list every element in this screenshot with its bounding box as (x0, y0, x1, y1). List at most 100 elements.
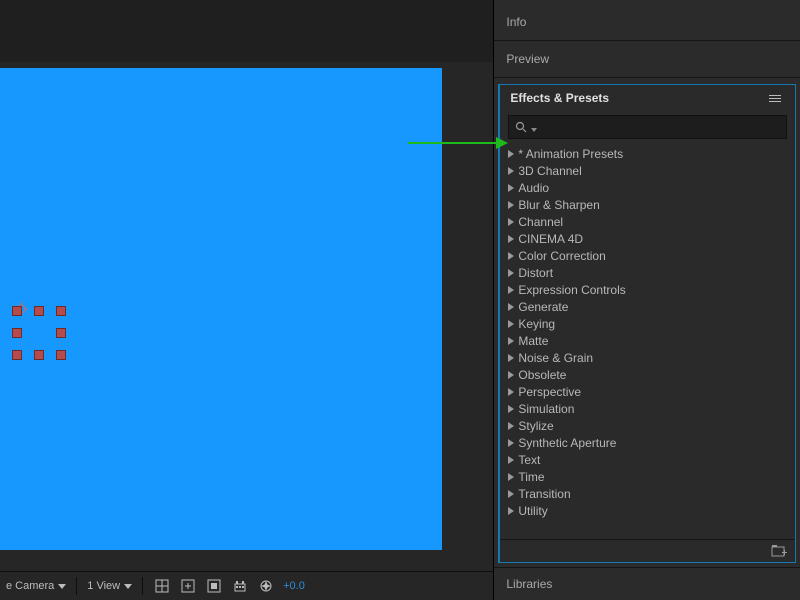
search-options-icon[interactable] (531, 128, 537, 132)
effects-category-label: 3D Channel (518, 164, 581, 178)
info-panel-header[interactable]: Info (494, 4, 800, 41)
effects-category-label: Blur & Sharpen (518, 198, 599, 212)
effects-category[interactable]: Distort (506, 264, 789, 281)
disclosure-triangle-icon[interactable] (508, 303, 514, 311)
effects-category[interactable]: Blur & Sharpen (506, 196, 789, 213)
effects-category[interactable]: Expression Controls (506, 281, 789, 298)
effects-category[interactable]: Color Correction (506, 247, 789, 264)
disclosure-triangle-icon[interactable] (508, 167, 514, 175)
search-icon (515, 121, 527, 133)
disclosure-triangle-icon[interactable] (508, 320, 514, 328)
disclosure-triangle-icon[interactable] (508, 337, 514, 345)
disclosure-triangle-icon[interactable] (508, 456, 514, 464)
chevron-down-icon (58, 584, 66, 589)
effects-panel-title: Effects & Presets (510, 91, 609, 105)
disclosure-triangle-icon[interactable] (508, 184, 514, 192)
disclosure-triangle-icon[interactable] (508, 473, 514, 481)
effects-presets-panel: Effects & Presets * Animation Presets 3D … (498, 84, 796, 563)
effects-category[interactable]: Text (506, 451, 789, 468)
effects-tree[interactable]: * Animation Presets 3D Channel Audio Blur &… (500, 143, 795, 539)
effects-category-label: Transition (518, 487, 570, 501)
effects-category[interactable]: 3D Channel (506, 162, 789, 179)
effects-category-label: Stylize (518, 419, 553, 433)
disclosure-triangle-icon[interactable] (508, 252, 514, 260)
handle-bot-right[interactable] (56, 350, 66, 360)
effects-category-label: Distort (518, 266, 553, 280)
snapshot-icon[interactable] (231, 577, 249, 595)
camera-dropdown[interactable]: e Camera (6, 580, 66, 592)
effects-panel-header[interactable]: Effects & Presets (500, 85, 795, 111)
effects-search-input[interactable] (541, 120, 780, 134)
effects-category[interactable]: Obsolete (506, 366, 789, 383)
effects-category[interactable]: * Animation Presets (506, 145, 789, 162)
effects-category[interactable]: Simulation (506, 400, 789, 417)
chevron-down-icon (124, 584, 132, 589)
effects-category[interactable]: Perspective (506, 383, 789, 400)
effects-category-label: Noise & Grain (518, 351, 593, 365)
libraries-panel-header[interactable]: Libraries (494, 567, 800, 600)
effects-panel-footer (500, 539, 795, 562)
view-count-label: 1 View (87, 580, 120, 592)
effects-category[interactable]: Transition (506, 485, 789, 502)
handle-top-left[interactable] (12, 306, 22, 316)
effects-category[interactable]: Time (506, 468, 789, 485)
handle-bot-mid[interactable] (34, 350, 44, 360)
preview-panel-title: Preview (506, 52, 549, 66)
effects-category-label: Matte (518, 334, 548, 348)
handle-mid-right[interactable] (56, 328, 66, 338)
effects-category-label: Synthetic Aperture (518, 436, 616, 450)
handle-top-right[interactable] (56, 306, 66, 316)
disclosure-triangle-icon[interactable] (508, 354, 514, 362)
effects-category[interactable]: Synthetic Aperture (506, 434, 789, 451)
effects-category-label: Channel (518, 215, 563, 229)
disclosure-triangle-icon[interactable] (508, 269, 514, 277)
disclosure-triangle-icon[interactable] (508, 235, 514, 243)
effects-category[interactable]: Generate (506, 298, 789, 315)
panel-menu-icon[interactable] (765, 91, 785, 106)
effects-category[interactable]: Stylize (506, 417, 789, 434)
effects-category-label: Color Correction (518, 249, 605, 263)
composition-pane: e Camera 1 View +0 (0, 0, 493, 600)
disclosure-triangle-icon[interactable] (508, 388, 514, 396)
effects-category-label: Expression Controls (518, 283, 625, 297)
disclosure-triangle-icon[interactable] (508, 150, 514, 158)
effects-category-label: Text (518, 453, 540, 467)
effects-category[interactable]: Utility (506, 502, 789, 519)
effects-search-row[interactable] (508, 115, 787, 139)
toggle-mask-icon[interactable] (205, 577, 223, 595)
effects-category[interactable]: Matte (506, 332, 789, 349)
toggle-grid-icon[interactable] (153, 577, 171, 595)
new-folder-icon[interactable] (771, 544, 787, 558)
effects-category[interactable]: CINEMA 4D (506, 230, 789, 247)
handle-top-mid[interactable] (34, 306, 44, 316)
effects-category[interactable]: Channel (506, 213, 789, 230)
disclosure-triangle-icon[interactable] (508, 201, 514, 209)
effects-category[interactable]: Keying (506, 315, 789, 332)
disclosure-triangle-icon[interactable] (508, 490, 514, 498)
view-count-dropdown[interactable]: 1 View (87, 580, 132, 592)
handle-bot-left[interactable] (12, 350, 22, 360)
effects-category-label: * Animation Presets (518, 147, 623, 161)
effects-category-label: Obsolete (518, 368, 566, 382)
disclosure-triangle-icon[interactable] (508, 405, 514, 413)
disclosure-triangle-icon[interactable] (508, 439, 514, 447)
composition-canvas[interactable] (0, 68, 442, 550)
effects-category[interactable]: Noise & Grain (506, 349, 789, 366)
toggle-guides-icon[interactable] (179, 577, 197, 595)
effects-category-label: Time (518, 470, 544, 484)
effects-category-label: Keying (518, 317, 555, 331)
disclosure-triangle-icon[interactable] (508, 218, 514, 226)
handle-mid-left[interactable] (12, 328, 22, 338)
effects-category-label: CINEMA 4D (518, 232, 583, 246)
disclosure-triangle-icon[interactable] (508, 422, 514, 430)
camera-label: e Camera (6, 580, 54, 592)
aperture-icon[interactable] (257, 577, 275, 595)
disclosure-triangle-icon[interactable] (508, 371, 514, 379)
disclosure-triangle-icon[interactable] (508, 507, 514, 515)
effects-category[interactable]: Audio (506, 179, 789, 196)
exposure-value[interactable]: +0.0 (283, 580, 305, 592)
preview-panel-header[interactable]: Preview (494, 41, 800, 78)
viewer-footer: e Camera 1 View +0 (0, 571, 493, 600)
effects-category-label: Audio (518, 181, 549, 195)
disclosure-triangle-icon[interactable] (508, 286, 514, 294)
